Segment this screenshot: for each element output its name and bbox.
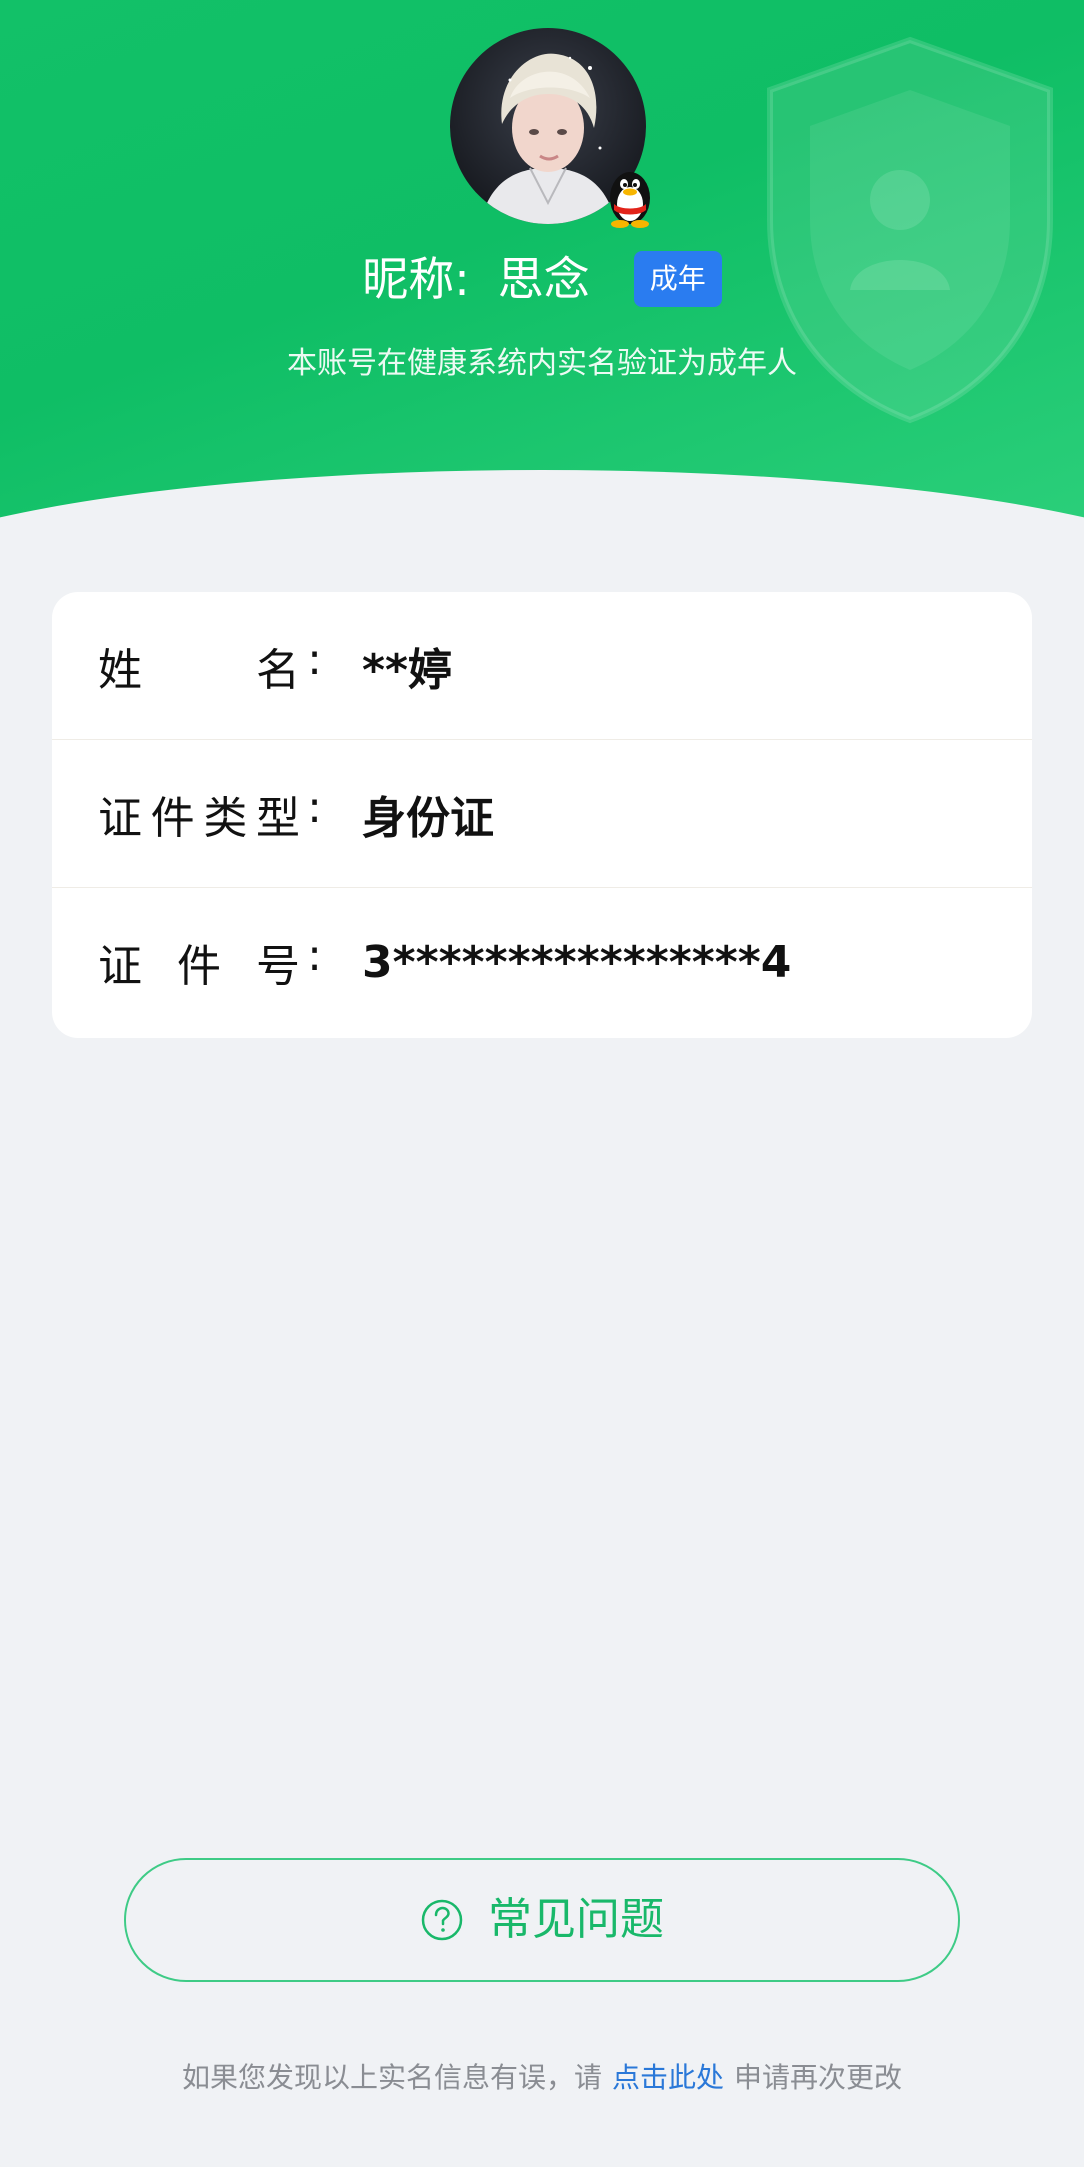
nickname-value: 思念 bbox=[497, 252, 590, 306]
identity-info-card: 姓 名 : **婷 证 件 类 型 : 身份证 证 件 号 : 3*******… bbox=[52, 592, 1032, 1038]
name-label: 姓 名 : bbox=[98, 633, 322, 696]
question-circle-icon bbox=[421, 1899, 463, 1941]
id-type-label: 证 件 类 型 : bbox=[98, 781, 322, 844]
nickname-row: 昵称: 思念 成年 bbox=[0, 244, 1084, 314]
real-name-info-page: 昵称: 思念 成年 本账号在健康系统内实名验证为成年人 姓 名 : **婷 证 … bbox=[0, 0, 1084, 2167]
modify-link[interactable]: 点击此处 bbox=[612, 2061, 724, 2094]
faq-label: 常见问题 bbox=[488, 1894, 664, 1945]
id-type-value: 身份证 bbox=[362, 792, 494, 844]
id-number-row: 证 件 号 : 3****************4 bbox=[52, 888, 1032, 1036]
footer-prefix: 如果您发现以上实名信息有误，请 bbox=[181, 2061, 602, 2094]
adult-status-badge: 成年 bbox=[633, 251, 722, 307]
verification-status-text: 本账号在健康系统内实名验证为成年人 bbox=[287, 346, 797, 381]
faq-button[interactable]: 常见问题 bbox=[124, 1858, 960, 1982]
name-row: 姓 名 : **婷 bbox=[52, 592, 1032, 740]
qq-penguin-icon bbox=[610, 172, 650, 228]
footer-note: 如果您发现以上实名信息有误，请 点击此处 申请再次更改 bbox=[0, 2056, 1084, 2100]
id-number-label: 证 件 号 : bbox=[98, 930, 322, 992]
header-banner: 昵称: 思念 成年 本账号在健康系统内实名验证为成年人 bbox=[0, 0, 1084, 530]
footer-suffix: 申请再次更改 bbox=[734, 2061, 903, 2094]
header-curve bbox=[0, 470, 1084, 530]
id-number-value: 3****************4 bbox=[362, 936, 792, 988]
name-value: **婷 bbox=[362, 644, 453, 696]
id-type-row: 证 件 类 型 : 身份证 bbox=[52, 740, 1032, 888]
nickname-label: 昵称: bbox=[362, 252, 470, 306]
